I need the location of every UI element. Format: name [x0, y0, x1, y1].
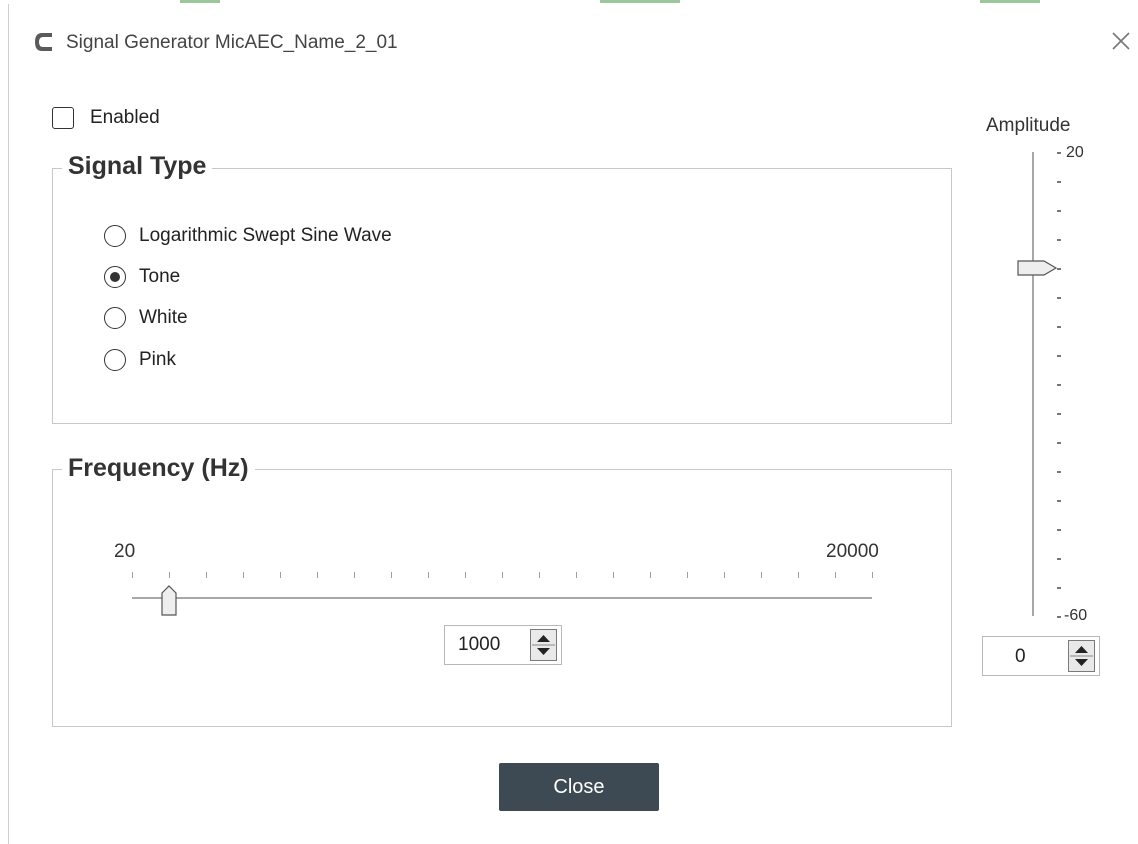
radio-label-tone: Tone	[139, 266, 181, 287]
amplitude-tick	[1057, 355, 1061, 357]
amplitude-spin-buttons[interactable]	[1068, 640, 1095, 672]
amplitude-label: Amplitude	[986, 115, 1071, 136]
frequency-tick	[687, 572, 688, 578]
amplitude-tick	[1057, 616, 1061, 618]
amplitude-tick	[1057, 181, 1061, 183]
amplitude-tick	[1057, 529, 1061, 531]
frequency-slider-track[interactable]	[132, 597, 872, 599]
amplitude-tick	[1057, 500, 1061, 502]
amplitude-tick	[1057, 587, 1061, 589]
frequency-tick	[354, 572, 355, 578]
amplitude-max-label: 20	[1066, 144, 1084, 161]
frequency-tick	[169, 572, 170, 578]
amplitude-tick	[1057, 471, 1061, 473]
signal-type-legend: Signal Type	[62, 152, 213, 181]
frequency-tick	[391, 572, 392, 578]
frequency-legend: Frequency (Hz)	[62, 454, 255, 483]
frequency-spin-buttons[interactable]	[530, 629, 557, 661]
frequency-slider-thumb[interactable]	[160, 584, 178, 616]
brand-c-logo-icon	[32, 29, 58, 55]
amplitude-tick	[1057, 558, 1061, 560]
frequency-max-label: 20000	[826, 541, 879, 562]
frequency-tick	[872, 572, 873, 578]
frequency-tick	[613, 572, 614, 578]
frequency-tick	[761, 572, 762, 578]
frequency-tick	[317, 572, 318, 578]
frequency-tick	[835, 572, 836, 578]
frequency-tick	[539, 572, 540, 578]
frequency-tick	[243, 572, 244, 578]
radio-label-log-swept-sine: Logarithmic Swept Sine Wave	[139, 225, 392, 246]
frequency-value[interactable]: 1000	[458, 634, 500, 656]
amplitude-slider-track[interactable]	[1032, 152, 1034, 616]
amplitude-tick	[1057, 384, 1061, 386]
frequency-tick	[724, 572, 725, 578]
enabled-label: Enabled	[90, 107, 160, 128]
radio-label-white: White	[139, 307, 188, 328]
close-button[interactable]: Close	[499, 763, 659, 811]
radio-pink[interactable]	[104, 349, 126, 371]
radio-log-swept-sine[interactable]	[104, 225, 126, 247]
frequency-tick	[502, 572, 503, 578]
frequency-tick	[428, 572, 429, 578]
frequency-tick	[650, 572, 651, 578]
radio-tone[interactable]	[104, 266, 126, 288]
amplitude-value[interactable]: 0	[1015, 646, 1026, 668]
frequency-tick	[576, 572, 577, 578]
radio-label-pink: Pink	[139, 349, 176, 370]
frequency-tick	[798, 572, 799, 578]
frequency-tick	[465, 572, 466, 578]
amplitude-tick	[1057, 413, 1061, 415]
frequency-tick	[132, 572, 133, 578]
window-left-edge	[8, 4, 9, 844]
signal-type-group	[52, 168, 952, 424]
amplitude-tick	[1057, 326, 1061, 328]
amplitude-tick	[1057, 297, 1061, 299]
amplitude-slider-thumb[interactable]	[1016, 258, 1058, 278]
radio-white[interactable]	[104, 307, 126, 329]
frequency-tick	[206, 572, 207, 578]
enabled-checkbox[interactable]	[52, 107, 74, 129]
amplitude-min-label: -60	[1064, 607, 1088, 624]
amplitude-tick	[1057, 152, 1061, 154]
amplitude-tick	[1057, 239, 1061, 241]
frequency-tick	[280, 572, 281, 578]
window-top-edge	[0, 0, 1138, 4]
frequency-min-label: 20	[114, 541, 136, 562]
amplitude-tick	[1057, 442, 1061, 444]
dialog-title: Signal Generator MicAEC_Name_2_01	[66, 32, 398, 53]
amplitude-tick	[1057, 210, 1061, 212]
close-icon[interactable]	[1108, 28, 1134, 54]
